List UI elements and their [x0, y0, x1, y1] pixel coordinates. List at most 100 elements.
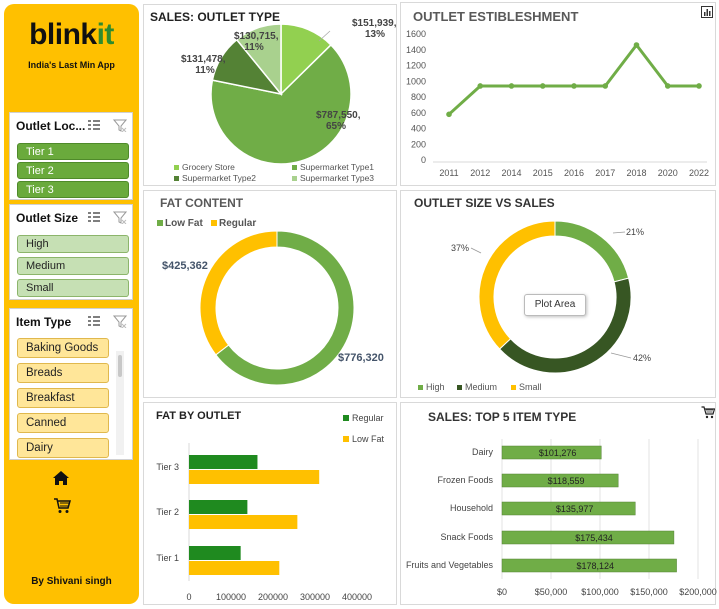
data-point — [477, 83, 484, 89]
data-label: $425,362 — [162, 260, 208, 272]
panel-top5: SALES: TOP 5 ITEM TYPE $0 $50,000 $100,000… — [400, 402, 717, 606]
data-label: 21% — [626, 227, 644, 237]
y-tick-label: Household — [450, 503, 493, 513]
blinkit-logo: blinkit — [29, 18, 114, 51]
slicer-item-canned[interactable]: Canned — [17, 413, 109, 433]
data-label: $118,559 — [548, 476, 585, 486]
x-tick-label: 100000 — [216, 592, 246, 602]
y-tick-label: 1000 — [406, 76, 426, 86]
x-tick-label: 2017 — [595, 168, 615, 178]
data-label: 13% — [365, 29, 385, 40]
sidebar: blinkit India's Last Min App Outlet Loc.… — [4, 4, 139, 604]
slicer-title: Outlet Loc... — [16, 119, 86, 133]
y-tick-label: Tier 1 — [156, 553, 179, 563]
data-label: $135,977 — [556, 504, 594, 514]
donut-slice — [498, 277, 632, 374]
slicer-item-medium[interactable]: Medium — [17, 257, 129, 275]
bar — [189, 515, 298, 529]
legend-swatch — [174, 176, 179, 181]
slicer-item-dairy[interactable]: Dairy — [17, 438, 109, 458]
line-chart-establishment[interactable]: 0 200 400 600 800 1000 1200 1400 1600 2011 2012 201… — [401, 3, 717, 187]
slicer-item-high[interactable]: High — [17, 235, 129, 253]
bar — [189, 500, 248, 514]
x-tick-label: 2011 — [439, 168, 458, 178]
panel-outlet-size: OUTLET SIZE VS SALES 21% 42% 37% High Medium… — [400, 190, 716, 398]
legend-label: Supermarket Type1 — [300, 162, 374, 172]
data-label: 11% — [244, 42, 264, 53]
bar-chart-fat-by-outlet[interactable]: Regular Low Fat Tier 3 Tier 2 Tier 1 0 100000 2… — [144, 403, 398, 606]
data-point — [696, 83, 702, 89]
y-tick-label: 800 — [411, 92, 426, 102]
cart-icon[interactable] — [53, 498, 71, 514]
legend-swatch — [418, 385, 423, 390]
slicer-item-breads[interactable]: Breads — [17, 363, 109, 383]
x-tick-label: 2014 — [501, 168, 521, 178]
bar — [189, 561, 280, 575]
y-tick-label: Tier 2 — [156, 507, 179, 517]
slicer-item-small[interactable]: Small — [17, 279, 129, 297]
legend-label: Low Fat — [165, 218, 203, 229]
data-label: $178,124 — [577, 561, 615, 571]
data-label: $787,550, — [316, 110, 361, 121]
legend-swatch — [292, 176, 297, 181]
clear-filter-icon[interactable] — [113, 314, 127, 328]
leader-line — [610, 352, 632, 359]
bar-chart-top5[interactable]: $0 $50,000 $100,000 $150,000 $200,000 Dairy $1… — [401, 403, 717, 606]
x-tick-label: 2022 — [689, 168, 709, 178]
data-label: 65% — [326, 121, 346, 132]
data-label: $130,715, — [234, 31, 279, 42]
bar — [189, 470, 320, 484]
panel-outlet-type: SALES: OUTLET TYPE $151,939, 13% $787,550,… — [143, 4, 397, 186]
y-tick-label: 1200 — [406, 61, 426, 71]
multi-select-icon[interactable] — [87, 118, 101, 132]
legend-swatch — [343, 415, 349, 421]
clear-filter-icon[interactable] — [113, 210, 127, 224]
y-tick-label: Snack Foods — [440, 532, 493, 542]
y-tick-label: 400 — [411, 124, 426, 134]
y-tick-label: 200 — [411, 139, 426, 149]
y-tick-label: Frozen Foods — [437, 475, 493, 485]
pie-chart-outlet-type[interactable]: $151,939,13%$787,550,65%$131,478,11%$130… — [144, 5, 398, 187]
slicer-title: Outlet Size — [16, 211, 79, 225]
slicer-item-baking-goods[interactable]: Baking Goods — [17, 338, 109, 358]
author-credit: By Shivani singh — [31, 576, 112, 587]
data-point — [539, 83, 546, 89]
data-point — [602, 83, 609, 89]
y-tick-label: Tier 3 — [156, 462, 179, 472]
slicer-item-breakfast[interactable]: Breakfast — [17, 388, 109, 408]
legend-swatch — [211, 220, 217, 226]
multi-select-icon[interactable] — [87, 314, 101, 328]
clear-filter-icon[interactable] — [113, 118, 127, 132]
x-tick-label: 2020 — [658, 168, 678, 178]
legend-label: Low Fat — [352, 434, 385, 444]
slicer-outlet-size: Outlet Size High Medium Small — [9, 204, 133, 300]
data-label: $175,434 — [575, 533, 613, 543]
legend-label: Medium — [465, 382, 497, 392]
slicer-item-tier-2[interactable]: Tier 2 — [17, 162, 129, 179]
legend-swatch — [174, 165, 179, 170]
multi-select-icon[interactable] — [87, 210, 101, 224]
tooltip: Plot Area — [524, 294, 586, 316]
x-tick-label: 2015 — [533, 168, 553, 178]
data-point — [446, 111, 452, 118]
x-tick-label: 0 — [186, 592, 191, 602]
legend-label: Supermarket Type2 — [182, 173, 256, 183]
scrollbar-thumb[interactable] — [118, 355, 122, 377]
donut-chart-fat-content[interactable]: Low Fat Regular $776,320 $425,362 — [144, 191, 398, 399]
x-tick-label: 400000 — [342, 592, 372, 602]
data-label: 37% — [451, 243, 469, 253]
data-point — [664, 83, 671, 89]
x-tick-label: $150,000 — [630, 587, 668, 597]
slicer-item-tier-3[interactable]: Tier 3 — [17, 181, 129, 198]
x-tick-label: 2016 — [564, 168, 584, 178]
data-label: 42% — [633, 353, 651, 363]
data-label: $101,276 — [539, 448, 577, 458]
home-icon[interactable] — [52, 470, 70, 486]
slicer-item-tier-1[interactable]: Tier 1 — [17, 143, 129, 160]
y-tick-label: 0 — [421, 155, 426, 165]
data-label: $776,320 — [338, 352, 384, 364]
bar — [189, 546, 241, 560]
scrollbar[interactable] — [116, 351, 124, 455]
legend-label: Grocery Store — [182, 162, 235, 172]
data-label: $151,939, — [352, 18, 397, 29]
